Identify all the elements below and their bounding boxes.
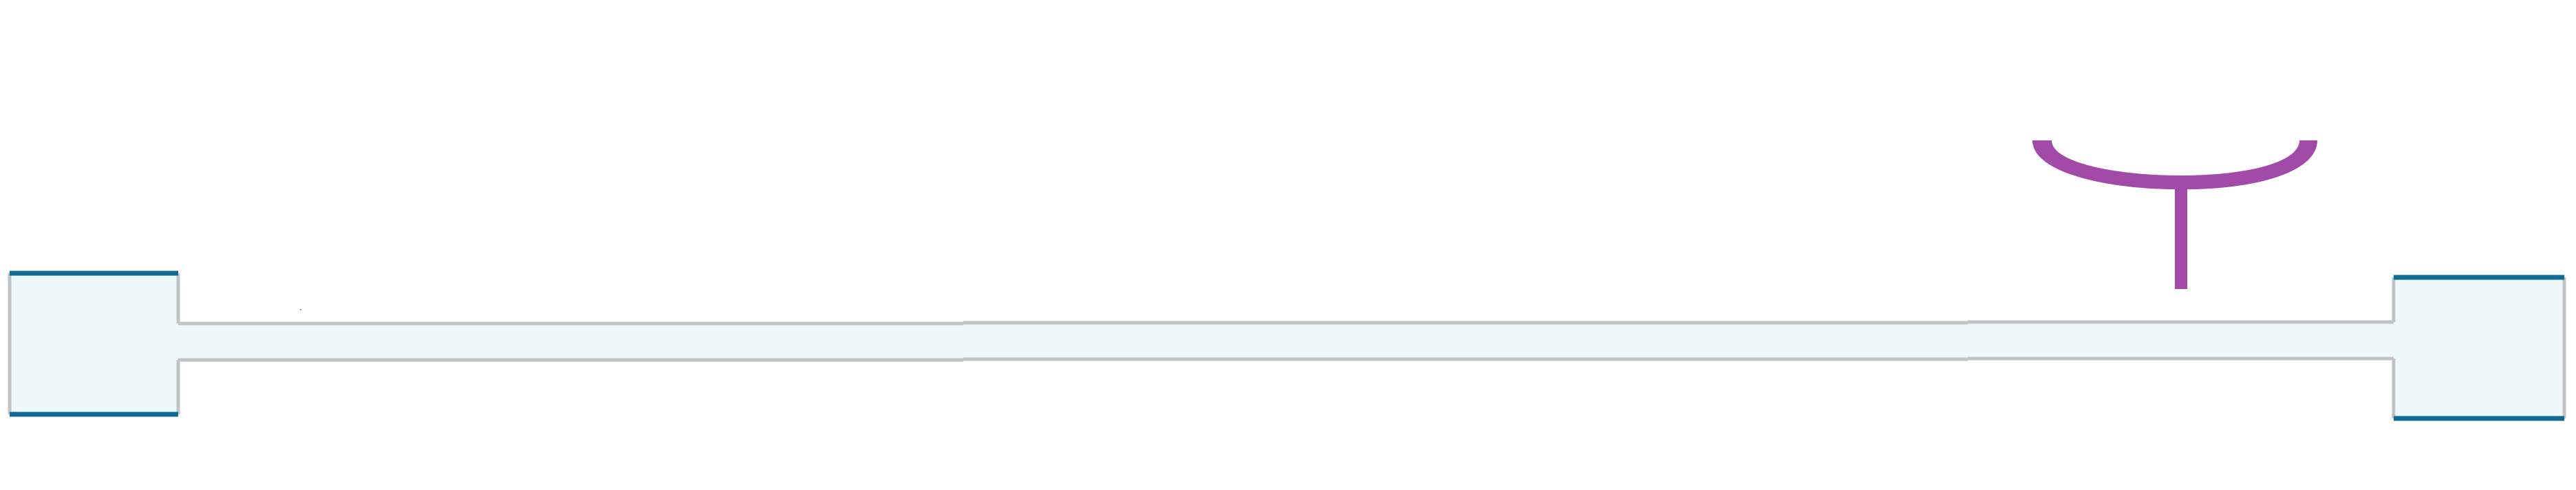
left-end-block-fill [10,273,178,414]
right-end-block [2392,275,2566,421]
beam-fill [178,323,2394,360]
background [0,0,2576,490]
right-end-block-fill [2394,277,2564,418]
probe-stem-icon [2175,187,2187,289]
beam-diagram [0,0,2576,490]
beam-tick-mark [300,309,301,310]
left-end-block [8,270,180,417]
